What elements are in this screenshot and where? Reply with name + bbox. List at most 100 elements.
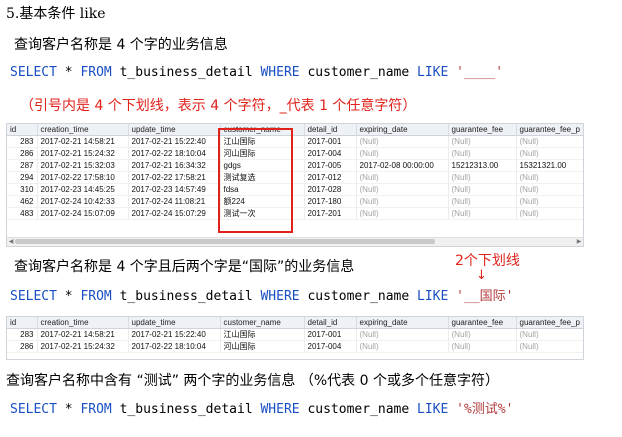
table-cell-guarantee-fee[interactable]: (Null) bbox=[448, 195, 517, 208]
table-cell-creation-time[interactable]: 2017-02-21 15:24:32 bbox=[37, 340, 129, 353]
table-row[interactable]: 286 2017-02-21 15:24:32 2017-02-22 18:10:0… bbox=[7, 340, 583, 353]
table-row[interactable]: 294 2017-02-22 17:58:10 2017-02-22 17:58:2… bbox=[7, 171, 583, 184]
column-header-guarantee-fee[interactable]: guarantee_fee bbox=[448, 124, 517, 136]
table-cell-expiring-date[interactable]: (Null) bbox=[356, 147, 449, 160]
table-cell-update-time[interactable]: 2017-02-24 11:08:21 bbox=[128, 195, 221, 208]
column-header-expiring-date[interactable]: expiring_date bbox=[356, 317, 449, 329]
table-cell-creation-time[interactable]: 2017-02-21 15:24:32 bbox=[37, 147, 129, 160]
table-cell-guarantee-fee-p[interactable]: (Null) bbox=[516, 135, 583, 148]
column-header-creation-time[interactable]: creation_time bbox=[37, 124, 129, 136]
table-cell-creation-time[interactable]: 2017-02-24 15:07:09 bbox=[37, 207, 129, 220]
column-header-id[interactable]: id bbox=[7, 317, 38, 329]
scroll-right-icon[interactable]: ▶ bbox=[575, 238, 583, 246]
table-cell-detail-id[interactable]: 2017-201 bbox=[304, 207, 357, 220]
table-cell-guarantee-fee-p[interactable]: (Null) bbox=[516, 183, 583, 196]
table-cell-update-time[interactable]: 2017-02-21 15:22:40 bbox=[128, 135, 221, 148]
table-row[interactable]: 283 2017-02-21 14:58:21 2017-02-21 15:22:4… bbox=[7, 328, 583, 341]
table-cell-guarantee-fee[interactable]: (Null) bbox=[448, 171, 517, 184]
table-cell-expiring-date[interactable]: (Null) bbox=[356, 171, 449, 184]
table-cell-creation-time[interactable]: 2017-02-21 14:58:21 bbox=[37, 135, 129, 148]
table-cell-customer-name[interactable]: 河山国际 bbox=[220, 340, 305, 353]
table-cell-id[interactable]: 287 bbox=[7, 159, 38, 172]
table-row[interactable]: 286 2017-02-21 15:24:32 2017-02-22 18:10:0… bbox=[7, 147, 583, 160]
table-cell-update-time[interactable]: 2017-02-22 18:10:04 bbox=[128, 340, 221, 353]
table-row[interactable]: 310 2017-02-23 14:45:25 2017-02-23 14:57:4… bbox=[7, 183, 583, 196]
table-cell-id[interactable]: 310 bbox=[7, 183, 38, 196]
table-cell-customer-name[interactable]: 江山国际 bbox=[220, 328, 305, 341]
query2-sql: SELECT * FROM t_business_detail WHERE cu… bbox=[10, 289, 514, 304]
grid1-scroll-thumb[interactable] bbox=[15, 239, 435, 244]
column-header-id[interactable]: id bbox=[7, 124, 38, 136]
table-cell-guarantee-fee[interactable]: 15212313.00 bbox=[448, 159, 517, 172]
table-row[interactable]: 283 2017-02-21 14:58:21 2017-02-21 15:22:4… bbox=[7, 135, 583, 148]
table-row[interactable]: 483 2017-02-24 15:07:09 2017-02-24 15:07:2… bbox=[7, 207, 583, 220]
table-cell-id[interactable]: 283 bbox=[7, 135, 38, 148]
column-header-detail-id[interactable]: detail_id bbox=[304, 317, 357, 329]
table-cell-id[interactable]: 286 bbox=[7, 147, 38, 160]
column-header-detail-id[interactable]: detail_id bbox=[304, 124, 357, 136]
table-row[interactable]: 287 2017-02-21 15:32:03 2017-02-21 16:34:3… bbox=[7, 159, 583, 172]
table-cell-guarantee-fee[interactable]: (Null) bbox=[448, 135, 517, 148]
table-cell-detail-id[interactable]: 2017-001 bbox=[304, 328, 357, 341]
table-cell-id[interactable]: 283 bbox=[7, 328, 38, 341]
table-cell-expiring-date[interactable]: (Null) bbox=[356, 135, 449, 148]
column-header-expiring-date[interactable]: expiring_date bbox=[356, 124, 449, 136]
table-row[interactable]: 462 2017-02-24 10:42:33 2017-02-24 11:08:2… bbox=[7, 195, 583, 208]
table-cell-guarantee-fee-p[interactable]: (Null) bbox=[516, 340, 583, 353]
table-cell-expiring-date[interactable]: 2017-02-08 00:00:00 bbox=[356, 159, 449, 172]
table-cell-detail-id[interactable]: 2017-180 bbox=[304, 195, 357, 208]
section-title: 5.基本条件 like bbox=[6, 6, 106, 22]
table-cell-guarantee-fee[interactable]: (Null) bbox=[448, 183, 517, 196]
table-cell-detail-id[interactable]: 2017-004 bbox=[304, 340, 357, 353]
table-cell-expiring-date[interactable]: (Null) bbox=[356, 328, 449, 341]
table-cell-id[interactable]: 483 bbox=[7, 207, 38, 220]
table-cell-expiring-date[interactable]: (Null) bbox=[356, 340, 449, 353]
column-header-update-time[interactable]: update_time bbox=[128, 317, 221, 329]
table-cell-id[interactable]: 462 bbox=[7, 195, 38, 208]
table-cell-guarantee-fee-p[interactable]: (Null) bbox=[516, 171, 583, 184]
table-cell-update-time[interactable]: 2017-02-22 18:10:04 bbox=[128, 147, 221, 160]
table-cell-update-time[interactable]: 2017-02-21 16:34:32 bbox=[128, 159, 221, 172]
table-cell-guarantee-fee-p[interactable]: (Null) bbox=[516, 195, 583, 208]
table-cell-detail-id[interactable]: 2017-004 bbox=[304, 147, 357, 160]
table-cell-expiring-date[interactable]: (Null) bbox=[356, 195, 449, 208]
table-cell-creation-time[interactable]: 2017-02-22 17:58:10 bbox=[37, 171, 129, 184]
table-cell-detail-id[interactable]: 2017-012 bbox=[304, 171, 357, 184]
table-cell-detail-id[interactable]: 2017-005 bbox=[304, 159, 357, 172]
table-cell-update-time[interactable]: 2017-02-24 15:07:29 bbox=[128, 207, 221, 220]
table-cell-guarantee-fee-p[interactable]: 15321321.00 bbox=[516, 159, 583, 172]
table-cell-update-time[interactable]: 2017-02-23 14:57:49 bbox=[128, 183, 221, 196]
column-header-customer-name[interactable]: customer_name bbox=[220, 317, 305, 329]
table-cell-id[interactable]: 294 bbox=[7, 171, 38, 184]
table-cell-update-time[interactable]: 2017-02-22 17:58:21 bbox=[128, 171, 221, 184]
table-cell-update-time[interactable]: 2017-02-21 15:22:40 bbox=[128, 328, 221, 341]
table-cell-creation-time[interactable]: 2017-02-24 10:42:33 bbox=[37, 195, 129, 208]
column-header-guarantee-fee[interactable]: guarantee_fee bbox=[448, 317, 517, 329]
grid1-header-row: id creation_time update_time customer_name d… bbox=[7, 124, 583, 136]
table-cell-guarantee-fee[interactable]: (Null) bbox=[448, 328, 517, 341]
column-header-update-time[interactable]: update_time bbox=[128, 124, 221, 136]
table-cell-guarantee-fee-p[interactable]: (Null) bbox=[516, 147, 583, 160]
query2-label: 查询客户名称是 4 个字且后两个字是“国际”的业务信息 bbox=[14, 259, 355, 275]
table-cell-id[interactable]: 286 bbox=[7, 340, 38, 353]
table-cell-creation-time[interactable]: 2017-02-21 15:32:03 bbox=[37, 159, 129, 172]
query1-label: 查询客户名称是 4 个字的业务信息 bbox=[14, 37, 228, 53]
table-cell-expiring-date[interactable]: (Null) bbox=[356, 183, 449, 196]
column-header-guarantee-fee-p[interactable]: guarantee_fee_p bbox=[516, 317, 583, 329]
table-cell-guarantee-fee[interactable]: (Null) bbox=[448, 207, 517, 220]
table-cell-guarantee-fee[interactable]: (Null) bbox=[448, 340, 517, 353]
table-cell-guarantee-fee[interactable]: (Null) bbox=[448, 147, 517, 160]
table-cell-creation-time[interactable]: 2017-02-23 14:45:25 bbox=[37, 183, 129, 196]
scroll-left-icon[interactable]: ◀ bbox=[7, 238, 15, 246]
table-cell-guarantee-fee-p[interactable]: (Null) bbox=[516, 207, 583, 220]
table-cell-detail-id[interactable]: 2017-001 bbox=[304, 135, 357, 148]
table-cell-detail-id[interactable]: 2017-028 bbox=[304, 183, 357, 196]
result-grid-1[interactable]: id creation_time update_time customer_name d… bbox=[6, 123, 584, 247]
column-header-guarantee-fee-p[interactable]: guarantee_fee_p bbox=[516, 124, 583, 136]
table-cell-expiring-date[interactable]: (Null) bbox=[356, 207, 449, 220]
column-header-creation-time[interactable]: creation_time bbox=[37, 317, 129, 329]
grid1-horizontal-scrollbar[interactable]: ◀ ▶ bbox=[7, 237, 583, 246]
table-cell-guarantee-fee-p[interactable]: (Null) bbox=[516, 328, 583, 341]
result-grid-2[interactable]: id creation_time update_time customer_name d… bbox=[6, 316, 584, 360]
table-cell-creation-time[interactable]: 2017-02-21 14:58:21 bbox=[37, 328, 129, 341]
